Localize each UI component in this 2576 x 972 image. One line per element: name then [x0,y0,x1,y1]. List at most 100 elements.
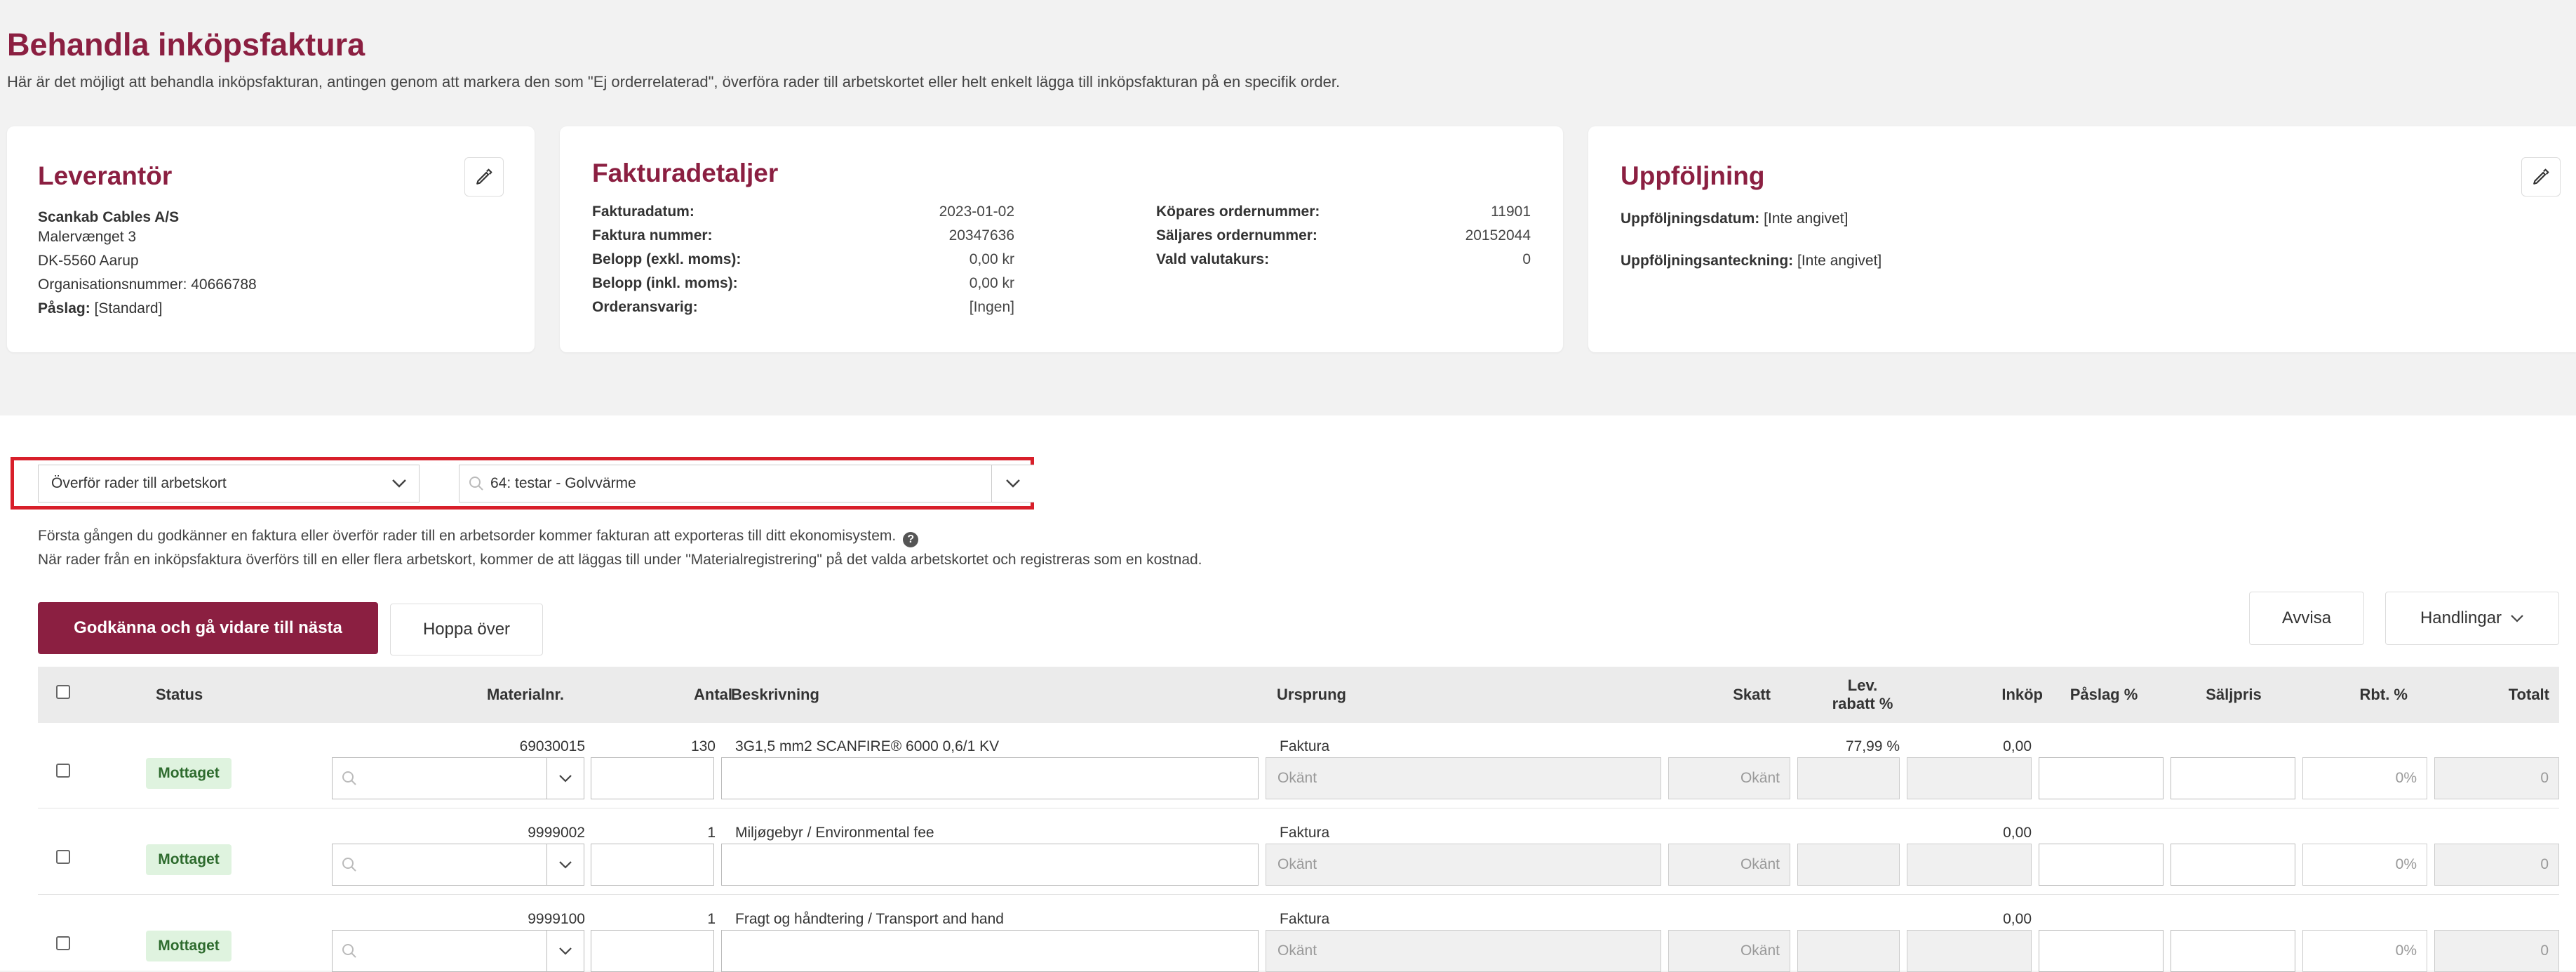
purchase-price: 0,00 [2003,825,2032,841]
origin-input[interactable]: Okänt [1266,930,1661,972]
material-number: 9999100 [528,911,585,927]
pencil-icon [2533,168,2549,185]
reject-button[interactable]: Avvisa [2249,592,2364,645]
description-input[interactable] [721,844,1259,886]
followup-note: Uppföljningsanteckning: [Inte angivet] [1621,253,1881,269]
exchange-rate-row: Vald valutakurs: 0 [1156,251,1531,268]
sale-price-input[interactable] [2171,757,2295,799]
material-number: 9999002 [528,825,585,841]
total-input: 0 [2434,930,2559,972]
sale-price-input[interactable] [2171,844,2295,886]
tax-input[interactable]: Okänt [1668,844,1790,886]
actions-label: Handlingar [2420,608,2502,627]
invoice-details-card: Fakturadetaljer Fakturadatum: 2023-01-02 … [560,126,1563,352]
edit-supplier-button[interactable] [464,157,504,197]
supplier-discount: 77,99 % [1845,738,1900,754]
quantity-input[interactable] [591,757,714,799]
chevron-down-icon [2511,615,2523,623]
approve-button[interactable]: Godkänna och gå vidare till nästa [38,602,378,654]
buyer-order-value: 11901 [1491,204,1531,220]
seller-order-label: Säljares ordernummer: [1156,227,1317,244]
work-order-input[interactable]: 64: testar - Golvvärme [485,475,991,492]
tax-input[interactable]: Okänt [1668,757,1790,799]
rbt-input[interactable]: 0% [2302,757,2427,799]
description: Fragt og håndtering / Transport and hand [735,911,1004,927]
total-input: 0 [2434,757,2559,799]
amount-excl-value: 0,00 kr [969,251,1014,267]
chevron-down-icon[interactable] [546,758,584,799]
supplier-org-number: Organisationsnummer: 40666788 [38,277,257,293]
material-search-combo[interactable] [332,757,584,799]
amount-incl-value: 0,00 kr [969,275,1014,291]
followup-note-value: [Inte angivet] [1797,253,1882,269]
discount-input[interactable] [1797,757,1900,799]
quantity-input[interactable] [591,930,714,972]
row-checkbox[interactable] [56,850,70,864]
rbt-input[interactable]: 0% [2302,930,2427,972]
header-rbt: Rbt. % [2359,686,2408,703]
supplier-street: Malervænget 3 [38,229,137,245]
purchase-input[interactable] [1907,930,2032,972]
supplier-markup-value: [Standard] [94,300,163,317]
select-all-checkbox[interactable] [56,685,70,699]
followup-date-value: [Inte angivet] [1764,211,1849,227]
header-discount-line1: Lev. [1847,677,1878,694]
invoice-date-label: Fakturadatum: [592,204,695,220]
help-icon[interactable]: ? [903,532,919,547]
origin: Faktura [1280,738,1330,754]
origin-input[interactable]: Okänt [1266,757,1661,799]
header-purchase: Inköp [2001,686,2043,703]
status-badge: Mottaget [146,758,232,789]
rbt-input[interactable]: 0% [2302,844,2427,886]
chevron-down-icon [380,465,419,502]
markup-input[interactable] [2039,844,2164,886]
description: 3G1,5 mm2 SCANFIRE® 6000 0,6/1 KV [735,738,1000,754]
invoice-date-value: 2023-01-02 [939,204,1014,220]
table-header: Status Materialnr. Antal Beskrivning Urs… [38,667,2559,723]
search-icon [459,475,485,492]
purchase-input[interactable] [1907,844,2032,886]
description-input[interactable] [721,757,1259,799]
tax-input[interactable]: Okänt [1668,930,1790,972]
supplier-markup: Påslag: [Standard] [38,300,162,317]
status-badge: Mottaget [146,844,232,875]
header-material: Materialnr. [486,686,564,703]
quantity: 1 [707,825,716,841]
purchase-price: 0,00 [2003,738,2032,754]
work-order-select[interactable]: 64: testar - Golvvärme [459,465,1034,502]
markup-input[interactable] [2039,930,2164,972]
exchange-rate-label: Vald valutakurs: [1156,251,1270,267]
actions-button[interactable]: Handlingar [2385,592,2559,645]
invoice-number-value: 20347636 [948,227,1014,244]
quantity: 130 [690,738,716,754]
followup-date-label: Uppföljningsdatum: [1621,211,1760,227]
purchase-input[interactable] [1907,757,2032,799]
row-checkbox[interactable] [56,936,70,950]
quantity-input[interactable] [591,844,714,886]
skip-button[interactable]: Hoppa över [390,604,543,655]
sale-price-input[interactable] [2171,930,2295,972]
description: Miljøgebyr / Environmental fee [735,825,934,841]
row-checkbox[interactable] [56,764,70,778]
discount-input[interactable] [1797,930,1900,972]
chevron-down-icon[interactable] [546,931,584,971]
chevron-down-icon[interactable] [991,465,1034,502]
chevron-down-icon[interactable] [546,844,584,885]
material-search-combo[interactable] [332,844,584,886]
pencil-icon [476,168,492,185]
header-tax: Skatt [1733,686,1771,703]
search-icon [333,844,546,885]
page-description: Här är det möjligt att behandla inköpsfa… [7,73,1341,91]
discount-input[interactable] [1797,844,1900,886]
buyer-order-label: Köpares ordernummer: [1156,204,1320,220]
origin-input[interactable]: Okänt [1266,844,1661,886]
invoice-number-row: Faktura nummer: 20347636 [592,227,1014,244]
followup-date: Uppföljningsdatum: [Inte angivet] [1621,211,1848,227]
markup-input[interactable] [2039,757,2164,799]
edit-followup-button[interactable] [2521,157,2561,197]
description-input[interactable] [721,930,1259,972]
amount-incl-row: Belopp (inkl. moms): 0,00 kr [592,275,1014,292]
action-select[interactable]: Överför rader till arbetskort [38,465,420,502]
material-search-combo[interactable] [332,930,584,972]
amount-excl-row: Belopp (exkl. moms): 0,00 kr [592,251,1014,268]
